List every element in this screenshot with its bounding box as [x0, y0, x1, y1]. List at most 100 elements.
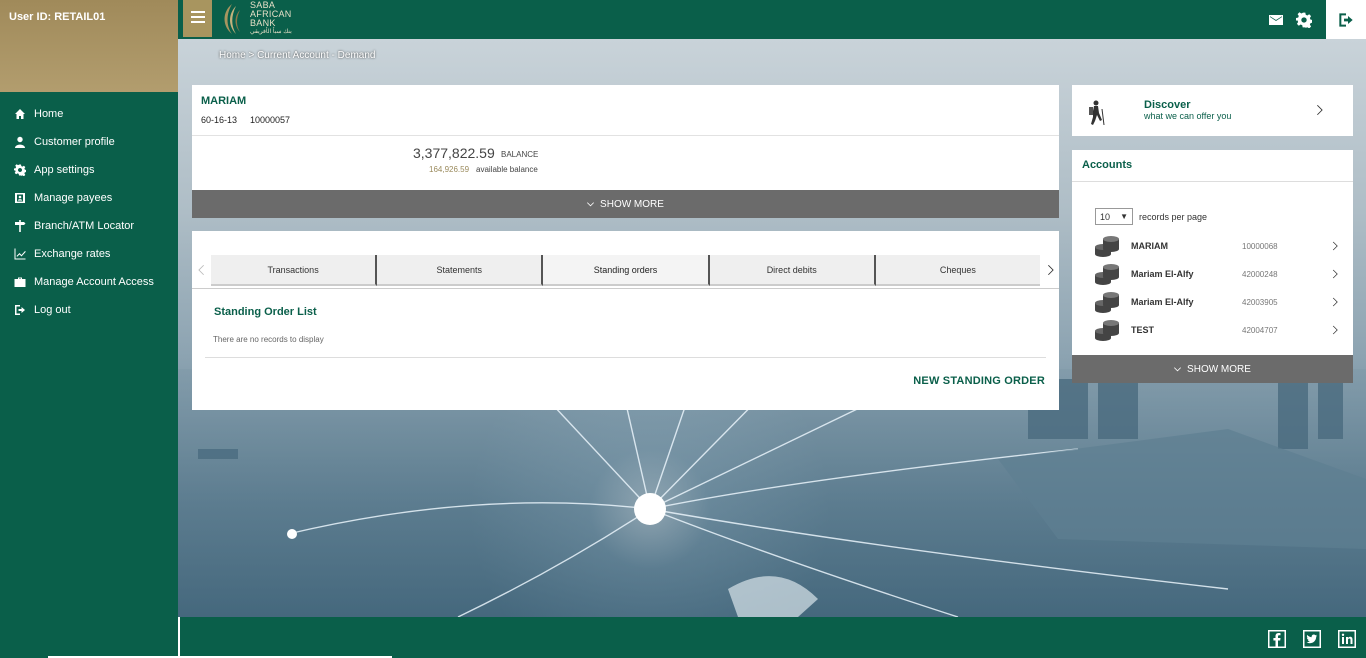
account-list-item[interactable]: Mariam El-Alfy 42003905: [1092, 291, 1342, 315]
discover-card[interactable]: Discover what we can offer you: [1072, 85, 1353, 136]
bank-logo: SABA AFRICAN BANK بنك سبأ الأفريقي: [216, 1, 292, 36]
accounts-show-more-button[interactable]: SHOW MORE: [1072, 355, 1353, 383]
logout-icon: [13, 303, 27, 317]
linkedin-link[interactable]: [1338, 630, 1356, 648]
footer: [178, 617, 1366, 658]
menu-toggle-button[interactable]: [183, 0, 212, 37]
sidebar-item-customer-profile[interactable]: Customer profile: [0, 128, 178, 156]
gear-icon: [13, 163, 27, 177]
discover-subtitle: what we can offer you: [1144, 111, 1232, 121]
breadcrumb: Home > Current Account - Demand: [219, 50, 376, 61]
linkedin-icon: [1338, 630, 1356, 648]
sort-code: 60-16-13: [201, 115, 238, 125]
balance-amount: 3,377,822.59: [413, 145, 495, 161]
chevron-right-icon: [1332, 269, 1338, 279]
tab-transactions[interactable]: Transactions: [211, 255, 378, 286]
tabs-scroll-left-button[interactable]: [192, 255, 210, 285]
sidebar-item-label: Exchange rates: [34, 248, 111, 260]
account-list-item[interactable]: MARIAM 10000068: [1092, 235, 1342, 259]
user-icon: [13, 135, 27, 149]
twitter-link[interactable]: [1303, 630, 1321, 648]
records-per-page-label: records per page: [1139, 212, 1208, 222]
tab-direct-debits[interactable]: Direct debits: [709, 255, 876, 286]
chevron-down-icon: [1174, 366, 1182, 371]
account-number: 10000057: [250, 115, 291, 125]
standing-order-list-title: Standing Order List: [214, 306, 317, 318]
tab-strip: Transactions Statements Standing orders …: [211, 255, 1041, 286]
show-more-label: SHOW MORE: [600, 198, 664, 210]
envelope-icon: [1269, 14, 1283, 25]
chevron-right-icon: [1332, 297, 1338, 307]
sidebar-item-log-out[interactable]: Log out: [0, 296, 178, 324]
hamburger-icon: [190, 11, 205, 26]
coins-icon: [1095, 236, 1119, 257]
sidebar-item-label: Log out: [34, 304, 71, 316]
settings-button[interactable]: [1290, 0, 1318, 39]
logout-button[interactable]: [1326, 0, 1366, 39]
chevron-left-icon: [197, 265, 204, 275]
facebook-icon: [1268, 630, 1286, 648]
messages-button[interactable]: [1262, 0, 1290, 39]
available-balance-label: available balance: [476, 165, 538, 174]
records-per-page-select[interactable]: 10 ▼: [1095, 208, 1133, 225]
account-item-number: 42000248: [1242, 270, 1278, 279]
top-bar: SABA AFRICAN BANK بنك سبأ الأفريقي: [178, 0, 1366, 39]
caret-down-icon: ▼: [1120, 212, 1128, 221]
sidebar-item-label: Customer profile: [34, 136, 115, 148]
coins-icon: [1095, 320, 1119, 341]
contact-card-icon: [13, 191, 27, 205]
logo-arabic: بنك سبأ الأفريقي: [250, 29, 292, 35]
chevron-right-icon: [1317, 105, 1323, 115]
tabs-underline: [192, 288, 1059, 289]
saba-logo-icon: [224, 4, 240, 34]
coins-icon: [1095, 292, 1119, 313]
home-icon: [13, 107, 27, 121]
show-more-label: SHOW MORE: [1187, 363, 1251, 375]
logout-icon: [1339, 12, 1353, 27]
tabs-scroll-right-button[interactable]: [1041, 255, 1059, 285]
account-item-number: 10000068: [1242, 242, 1278, 251]
empty-records-message: There are no records to display: [213, 335, 324, 344]
tab-statements[interactable]: Statements: [377, 255, 544, 286]
sidebar-item-branch-atm-locator[interactable]: Branch/ATM Locator: [0, 212, 178, 240]
tab-standing-orders[interactable]: Standing orders: [543, 255, 710, 286]
account-tabs-card: Transactions Statements Standing orders …: [192, 231, 1059, 410]
sidebar-item-home[interactable]: Home: [0, 100, 178, 128]
account-list-item[interactable]: Mariam El-Alfy 42000248: [1092, 263, 1342, 287]
twitter-icon: [1303, 630, 1321, 648]
chevron-right-icon: [1332, 241, 1338, 251]
sidebar-item-label: Home: [34, 108, 64, 120]
coins-icon: [1095, 264, 1119, 285]
sidebar-item-manage-account-access[interactable]: Manage Account Access: [0, 268, 178, 296]
chevron-right-icon: [1047, 265, 1054, 275]
sidebar-item-label: App settings: [34, 164, 95, 176]
sidebar-item-manage-payees[interactable]: Manage payees: [0, 184, 178, 212]
sidebar-item-label: Manage payees: [34, 192, 113, 204]
sidebar-nav: Home Customer profile App settings Manag…: [0, 100, 178, 324]
facebook-link[interactable]: [1268, 630, 1286, 648]
new-standing-order-button[interactable]: NEW STANDING ORDER: [913, 375, 1045, 387]
logo-line-3: BANK: [250, 18, 276, 28]
account-item-name: MARIAM: [1131, 241, 1168, 251]
account-name: MARIAM: [201, 95, 247, 107]
sidebar: User ID: RETAIL01 Home Customer profile …: [0, 0, 178, 658]
records-per-page-value: 10: [1100, 211, 1111, 222]
hiker-icon: [1089, 100, 1105, 126]
briefcase-icon: [13, 275, 27, 289]
sidebar-item-exchange-rates[interactable]: Exchange rates: [0, 240, 178, 268]
signpost-icon: [13, 219, 27, 233]
sidebar-item-label: Manage Account Access: [34, 276, 154, 288]
chevron-right-icon: [1332, 325, 1338, 335]
discover-title: Discover: [1144, 99, 1191, 111]
main-content: Home > Current Account - Demand MARIAM 6…: [178, 39, 1366, 617]
divider: [1072, 181, 1353, 182]
account-list-item[interactable]: TEST 42004707: [1092, 319, 1342, 343]
account-summary-card: MARIAM 60-16-13 10000057 3,377,822.59 BA…: [192, 85, 1059, 218]
tab-cheques[interactable]: Cheques: [875, 255, 1041, 286]
sidebar-item-app-settings[interactable]: App settings: [0, 156, 178, 184]
accounts-panel: Accounts 10 ▼ records per page MARIAM 10…: [1072, 150, 1353, 383]
account-item-name: TEST: [1131, 325, 1155, 335]
gear-icon: [1296, 11, 1312, 28]
account-show-more-button[interactable]: SHOW MORE: [192, 190, 1059, 218]
account-item-name: Mariam El-Alfy: [1131, 297, 1194, 307]
